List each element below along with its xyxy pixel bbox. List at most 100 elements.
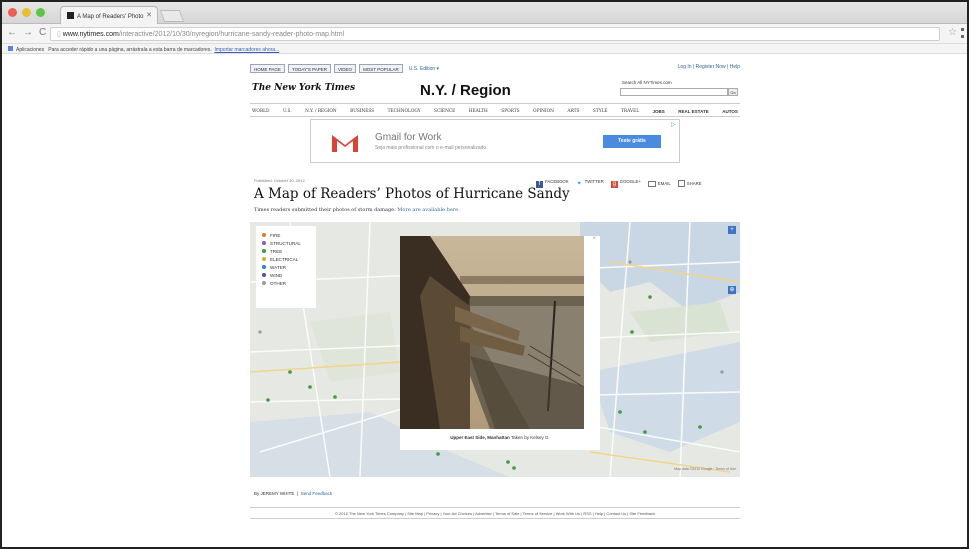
nav-opinion[interactable]: OPINION	[533, 109, 554, 114]
nav-nyregion[interactable]: N.Y. / REGION	[305, 109, 336, 114]
footer-terms-of-service[interactable]: Terms of Service	[523, 511, 553, 516]
legend-item-other[interactable]: OTHER	[262, 279, 310, 287]
nav-travel[interactable]: TRAVEL	[621, 109, 639, 114]
author: By JEREMY WHITE	[254, 491, 295, 496]
reload-icon[interactable]: C	[39, 27, 46, 38]
footer-advertise[interactable]: Advertise	[475, 511, 492, 516]
email-share[interactable]: EMAIL	[647, 180, 671, 187]
nav-sports[interactable]: SPORTS	[501, 109, 519, 114]
nav-world[interactable]: WORLD	[252, 109, 269, 114]
register-link[interactable]: Register Now	[696, 64, 726, 70]
legend-item-fire[interactable]: FIRE	[262, 231, 310, 239]
nav-style[interactable]: STYLE	[593, 109, 608, 114]
photo-map[interactable]: FIRE STRUCTURAL TREE ELECTRICAL WATER WI…	[250, 222, 740, 477]
legend-item-tree[interactable]: TREE	[262, 247, 310, 255]
facebook-share[interactable]: f FACEBOOK	[536, 179, 569, 188]
more-share[interactable]: SHARE	[677, 180, 702, 187]
footer-privacy[interactable]: Privacy	[426, 511, 439, 516]
google-label: GOOGLE+	[619, 179, 641, 184]
nav-science[interactable]: SCIENCE	[434, 109, 455, 114]
page-footer: © 2012 The New York Times Company | Site…	[250, 507, 740, 519]
twitter-label: TWITTER	[584, 179, 604, 184]
footer-ad-choices[interactable]: Your Ad Choices	[443, 511, 472, 516]
browser-menu-icon[interactable]	[961, 28, 964, 38]
more-photos-link[interactable]: More are available here.	[397, 207, 459, 213]
legend-label: ELECTRICAL	[270, 256, 299, 262]
legend-label: WIND	[270, 272, 283, 278]
google-share[interactable]: g GOOGLE+	[610, 179, 641, 188]
nav-us[interactable]: U.S.	[283, 109, 292, 114]
twitter-share[interactable]: ✦ TWITTER	[575, 179, 604, 188]
close-tab-icon[interactable]: ✕	[146, 11, 152, 19]
section-nav: WORLD U.S. N.Y. / REGION BUSINESS TECHNO…	[250, 106, 740, 117]
close-window-button[interactable]	[8, 8, 17, 17]
forward-arrow-icon[interactable]: →	[23, 27, 33, 38]
back-arrow-icon[interactable]: ←	[7, 27, 17, 38]
nav-real-estate[interactable]: REAL ESTATE	[678, 109, 709, 114]
close-popup-icon[interactable]: ×	[592, 236, 596, 242]
nav-jobs[interactable]: JOBS	[653, 109, 665, 114]
most-popular-button[interactable]: MOST POPULAR	[359, 64, 403, 73]
browser-tab-bar: A Map of Readers' Photo ✕	[2, 2, 967, 24]
section-title[interactable]: N.Y. / Region	[420, 82, 511, 99]
maximize-window-button[interactable]	[36, 8, 45, 17]
login-link[interactable]: Log In	[678, 64, 692, 70]
other-dot-icon	[262, 281, 266, 285]
edition-dropdown[interactable]: U.S. Edition ▾	[406, 64, 442, 73]
fire-dot-icon	[262, 233, 266, 237]
legend-item-structural[interactable]: STRUCTURAL	[262, 239, 310, 247]
footer-rss[interactable]: RSS	[583, 511, 591, 516]
facebook-label: FACEBOOK	[545, 179, 569, 184]
legend-item-water[interactable]: WATER	[262, 263, 310, 271]
home-page-button[interactable]: HOME PAGE	[250, 64, 285, 73]
address-bar[interactable]: ▯ www.nytimes.com/interactive/2012/10/30…	[50, 27, 940, 41]
nyt-logo[interactable]: The New York Times	[252, 83, 355, 93]
wind-dot-icon	[262, 273, 266, 277]
ad-cta-button[interactable]: Teste grátis	[603, 135, 661, 148]
tab-title: A Map of Readers' Photo	[77, 14, 144, 20]
map-credit[interactable]: Map data ©2012 Google · Terms of Use	[674, 467, 736, 471]
send-feedback-link[interactable]: Send Feedback	[301, 491, 333, 496]
twitter-icon: ✦	[575, 181, 583, 188]
import-bookmarks-link[interactable]: Importar marcadores ahora...	[214, 47, 279, 53]
new-tab-button[interactable]	[159, 10, 185, 22]
zoom-icon[interactable]: ⊕	[728, 286, 736, 294]
minimize-window-button[interactable]	[22, 8, 31, 17]
window-controls	[8, 8, 45, 17]
account-links: Log In | Register Now | Help	[677, 64, 740, 70]
legend-item-wind[interactable]: WIND	[262, 271, 310, 279]
bookmark-star-icon[interactable]: ☆	[948, 27, 957, 38]
footer-work-with-us[interactable]: Work With Us	[556, 511, 580, 516]
legend-label: FIRE	[270, 232, 281, 238]
help-link[interactable]: Help	[730, 64, 740, 70]
screenshot-frame: A Map of Readers' Photo ✕ ← → C ▯ www.ny…	[0, 0, 969, 549]
nav-health[interactable]: HEALTH	[469, 109, 488, 114]
nav-business[interactable]: BUSINESS	[350, 109, 374, 114]
zoom-in-icon[interactable]: +	[728, 226, 736, 234]
footer-site-feedback[interactable]: Site Feedback	[629, 511, 655, 516]
gmail-ad[interactable]: Gmail for Work Seja mais profissional co…	[310, 119, 680, 163]
article-headline: A Map of Readers’ Photos of Hurricane Sa…	[254, 186, 570, 202]
todays-paper-button[interactable]: TODAY'S PAPER	[287, 64, 332, 73]
footer-site-map[interactable]: Site Map	[407, 511, 423, 516]
footer-copyright[interactable]: © 2012 The New York Times Company	[335, 511, 404, 516]
ad-choices-icon[interactable]: ▷	[671, 121, 676, 128]
nav-technology[interactable]: TECHNOLOGY	[388, 109, 421, 114]
legend-item-electrical[interactable]: ELECTRICAL	[262, 255, 310, 263]
legend-label: STRUCTURAL	[270, 240, 301, 246]
nyt-page: HOME PAGE TODAY'S PAPER VIDEO MOST POPUL…	[250, 62, 740, 532]
nav-autos[interactable]: AUTOS	[722, 109, 738, 114]
bookmarks-apps[interactable]: Aplicaciones	[16, 47, 44, 53]
photo-popup: × Upper East Side, Manhattan Taken by Ke…	[400, 236, 600, 450]
search-input[interactable]	[620, 88, 728, 96]
url-path: /interactive/2012/10/30/nyregion/hurrica…	[118, 31, 345, 38]
browser-tab[interactable]: A Map of Readers' Photo ✕	[60, 6, 158, 24]
footer-help[interactable]: Help	[595, 511, 603, 516]
footer-contact-us[interactable]: Contact Us	[606, 511, 626, 516]
masthead: The New York Times N.Y. / Region Search …	[250, 79, 740, 104]
video-button[interactable]: VIDEO	[334, 64, 357, 73]
footer-terms-of-sale[interactable]: Terms of Sale	[495, 511, 519, 516]
search-go-button[interactable]: Go	[728, 88, 738, 96]
ad-title: Gmail for Work	[375, 132, 442, 143]
nav-arts[interactable]: ARTS	[567, 109, 579, 114]
